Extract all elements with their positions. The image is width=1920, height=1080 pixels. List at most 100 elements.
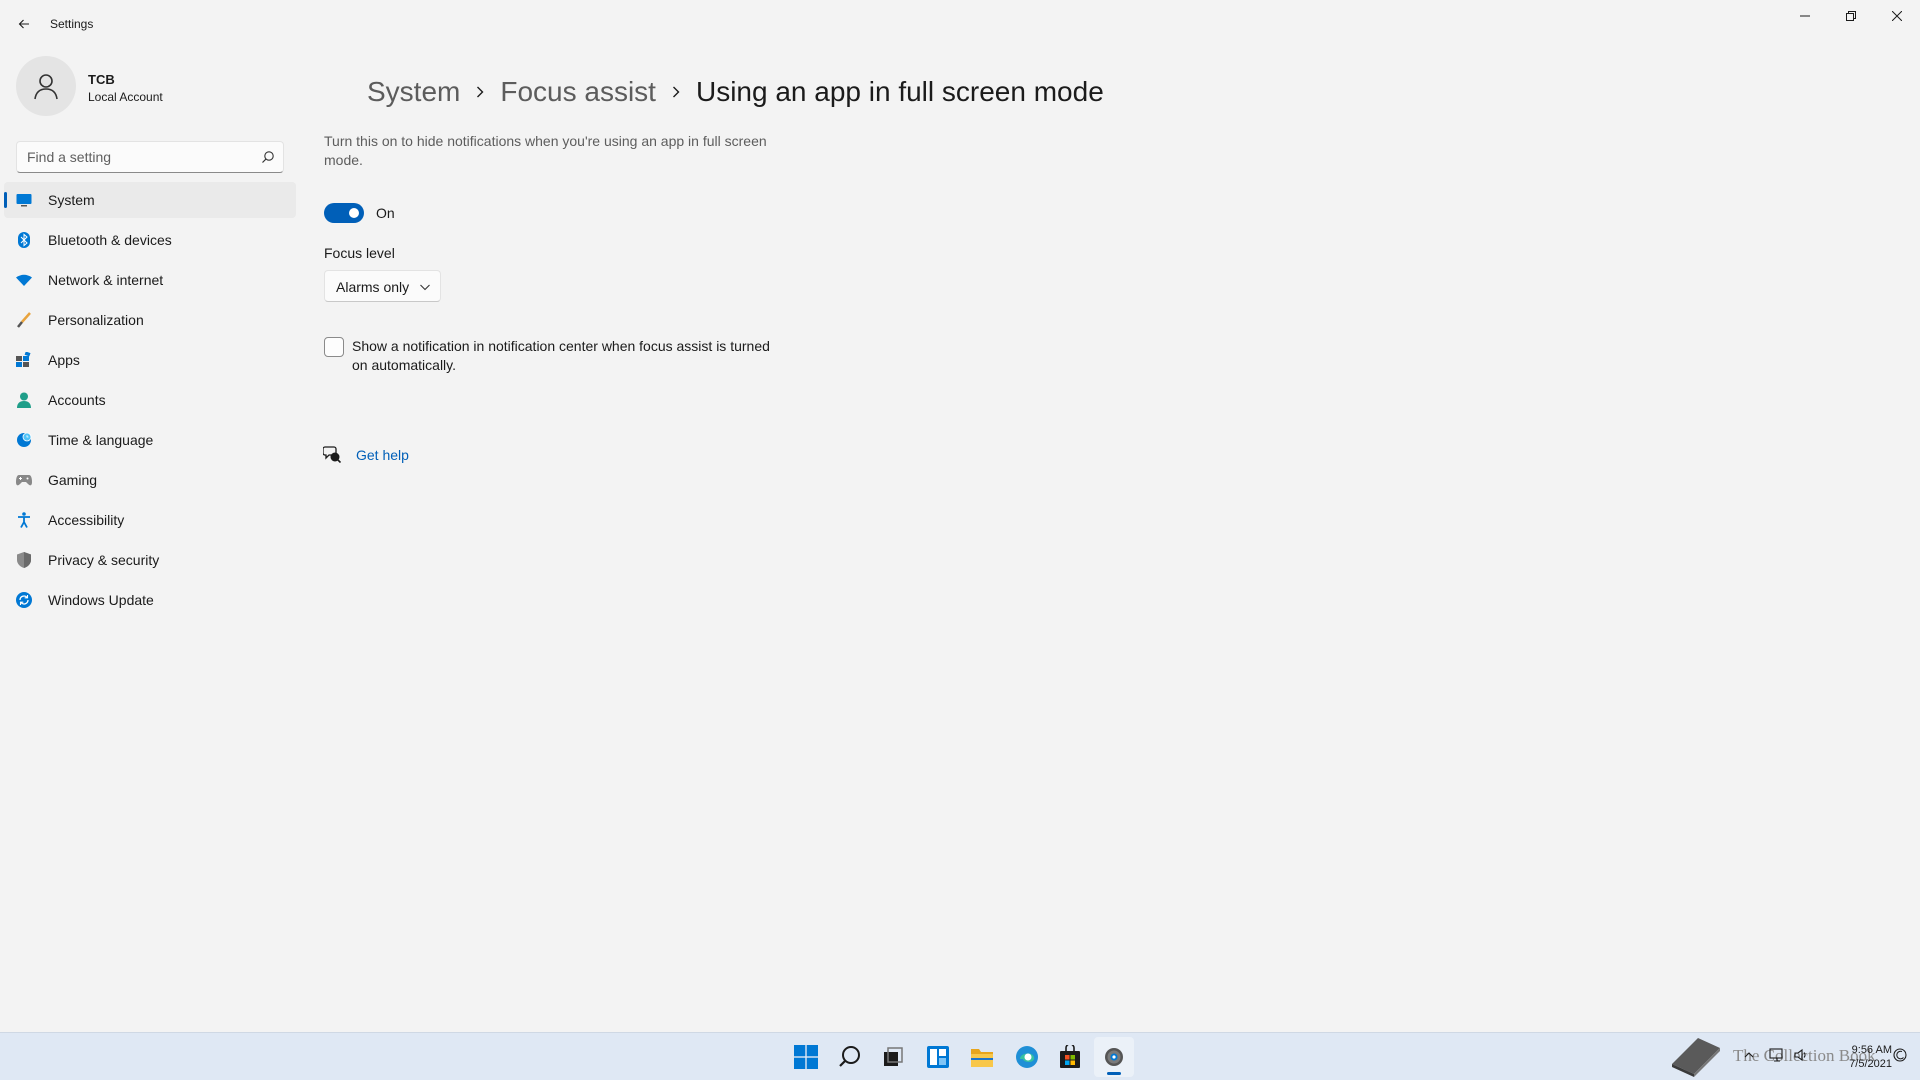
toggle-knob [349, 208, 359, 218]
volume-tray-button[interactable] [1792, 1046, 1810, 1064]
task-view-icon [884, 1047, 903, 1066]
focus-level-value: Alarms only [336, 279, 410, 295]
taskbar-clock[interactable]: 9:56 AM 7/5/2021 [1820, 1043, 1892, 1071]
close-button[interactable] [1874, 0, 1920, 32]
gamepad-icon [16, 472, 32, 488]
title-bar: Settings [0, 0, 1920, 48]
app-title: Settings [50, 17, 94, 31]
store-icon [1060, 1045, 1080, 1068]
sidebar-item-label: System [48, 192, 95, 208]
focus-moon-icon [1893, 1048, 1907, 1062]
page-description: Turn this on to hide notifications when … [324, 133, 767, 168]
folder-icon [971, 1049, 993, 1067]
bluetooth-icon [16, 232, 32, 248]
sidebar-item-accounts[interactable]: Accounts [4, 382, 296, 418]
toggle-state-label: On [376, 205, 395, 221]
sidebar-item-apps[interactable]: Apps [4, 342, 296, 378]
settings-window: Settings TCB Local Account System Blueto… [0, 0, 1920, 1032]
globe-clock-icon [16, 432, 32, 448]
person-icon [16, 392, 32, 408]
account-type: Local Account [88, 90, 163, 104]
system-icon [16, 192, 32, 208]
notification-checkbox-label[interactable]: Show a notification in notification cent… [352, 337, 782, 375]
sidebar-item-accessibility[interactable]: Accessibility [4, 502, 296, 538]
apps-icon [16, 352, 32, 368]
sidebar-item-bluetooth[interactable]: Bluetooth & devices [4, 222, 296, 258]
focus-level-dropdown[interactable]: Alarms only [324, 270, 441, 302]
start-button[interactable] [786, 1037, 826, 1077]
sidebar-item-personalization[interactable]: Personalization [4, 302, 296, 338]
shield-icon [16, 552, 32, 568]
windows-logo-icon [794, 1045, 818, 1069]
speaker-icon [1794, 1048, 1806, 1062]
sidebar-item-network[interactable]: Network & internet [4, 262, 296, 298]
sidebar-item-label: Personalization [48, 312, 144, 328]
sidebar-item-label: Accessibility [48, 512, 125, 528]
avatar [16, 56, 76, 116]
chevron-up-icon [1744, 1052, 1754, 1058]
network-tray-button[interactable] [1768, 1046, 1786, 1064]
breadcrumb-system[interactable]: System [367, 76, 460, 108]
widgets-button[interactable] [918, 1037, 958, 1077]
edge-icon [1016, 1046, 1038, 1068]
taskbar [0, 1032, 1920, 1080]
user-name: TCB [88, 72, 115, 87]
close-icon [1892, 11, 1902, 21]
clock-time: 9:56 AM [1851, 1044, 1892, 1056]
sidebar-item-label: Gaming [48, 472, 98, 488]
notification-checkbox[interactable] [324, 337, 344, 357]
full-screen-toggle[interactable] [324, 203, 364, 223]
user-profile[interactable]: TCB Local Account [16, 56, 296, 120]
get-help-link[interactable]: Get help [356, 447, 409, 463]
back-arrow-icon [18, 19, 29, 29]
book-icon [1672, 1038, 1720, 1077]
widgets-icon [927, 1046, 949, 1068]
edge-button[interactable] [1007, 1037, 1047, 1077]
sidebar-item-gaming[interactable]: Gaming [4, 462, 296, 498]
sidebar-item-label: Privacy & security [48, 552, 160, 568]
sidebar-nav: System Bluetooth & devices Network & int… [4, 182, 296, 622]
sidebar-item-windows-update[interactable]: Windows Update [4, 582, 296, 618]
tray-overflow-button[interactable] [1740, 1046, 1758, 1064]
file-explorer-button[interactable] [962, 1037, 1002, 1077]
sidebar-item-label: Network & internet [48, 272, 164, 288]
brush-icon [16, 312, 32, 328]
back-button[interactable] [10, 11, 38, 37]
update-icon [16, 592, 32, 608]
minimize-button[interactable] [1782, 0, 1828, 32]
search-box [16, 141, 284, 173]
sidebar-item-label: Apps [48, 352, 80, 368]
taskbar-search-button[interactable] [830, 1037, 870, 1077]
task-view-button[interactable] [873, 1037, 913, 1077]
sidebar-item-system[interactable]: System [4, 182, 296, 218]
search-input[interactable] [27, 142, 247, 172]
chevron-right-icon [672, 86, 680, 98]
search-icon[interactable] [261, 150, 275, 164]
restore-icon [1846, 11, 1856, 21]
gear-icon [1105, 1048, 1123, 1066]
breadcrumb: System Focus assist Using an app in full… [367, 76, 1104, 108]
sidebar-item-label: Accounts [48, 392, 106, 408]
sidebar-item-label: Windows Update [48, 592, 154, 608]
minimize-icon [1800, 15, 1810, 17]
person-avatar-icon [34, 74, 58, 100]
network-icon [1769, 1048, 1783, 1062]
sidebar-item-time-language[interactable]: Time & language [4, 422, 296, 458]
help-chat-icon [323, 446, 341, 463]
store-button[interactable] [1050, 1037, 1090, 1077]
clock-date: 7/5/2021 [1849, 1058, 1892, 1070]
breadcrumb-focus-assist[interactable]: Focus assist [500, 76, 656, 108]
sidebar-item-label: Time & language [48, 432, 154, 448]
restore-button[interactable] [1828, 0, 1874, 32]
chevron-down-icon [420, 284, 430, 291]
sidebar-item-label: Bluetooth & devices [48, 232, 172, 248]
sidebar-item-privacy[interactable]: Privacy & security [4, 542, 296, 578]
accessibility-icon [16, 512, 32, 528]
chevron-right-icon [476, 86, 484, 98]
search-icon [839, 1046, 860, 1067]
settings-taskbar-button[interactable] [1094, 1037, 1134, 1077]
wifi-icon [16, 272, 32, 288]
page-title: Using an app in full screen mode [695, 76, 1104, 107]
notification-center-button[interactable] [1891, 1046, 1909, 1064]
focus-level-label: Focus level [324, 245, 395, 261]
